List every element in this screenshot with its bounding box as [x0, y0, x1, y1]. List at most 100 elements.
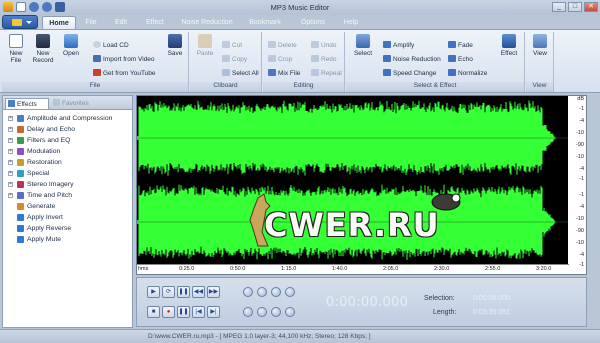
save-button[interactable]: Save [165, 34, 185, 57]
zoom-right-icon[interactable] [285, 307, 295, 317]
loop-play-button[interactable]: ⟳ [162, 286, 175, 298]
effects-tree-item[interactable]: + Filters and EQ [3, 135, 132, 146]
effects-tree-item[interactable]: + Special [3, 168, 132, 179]
db-scale-unit: dB [577, 96, 584, 102]
go-start-button[interactable]: |◀ [192, 306, 205, 318]
effects-tree-item[interactable]: Generate [3, 201, 132, 212]
undo-icon [311, 41, 319, 48]
speed-change-button[interactable]: Speed Change [383, 69, 436, 78]
undo-label: Undo [321, 42, 337, 49]
new-file-button[interactable]: New File [5, 34, 27, 64]
expand-icon[interactable]: + [8, 193, 13, 198]
select-button[interactable]: Select [350, 34, 376, 57]
tab-effects-label: Effects [17, 101, 37, 108]
crop-button[interactable]: Crop [268, 55, 292, 64]
effects-tree-item[interactable]: + Stereo Imagery [3, 179, 132, 190]
fast-forward-button[interactable]: ▶▶ [207, 286, 220, 298]
view-icon [533, 34, 547, 48]
tab-effects[interactable]: Effects [5, 98, 49, 109]
tab-noise-reduction[interactable]: Noise Reduction [176, 16, 238, 29]
import-video-button[interactable]: Import from Video [93, 55, 155, 64]
record-button[interactable]: ● [162, 306, 175, 318]
load-cd-label: Load CD [103, 42, 129, 49]
tab-help[interactable]: Help [338, 16, 364, 29]
expand-icon[interactable]: + [8, 160, 13, 165]
expand-icon[interactable]: + [8, 116, 13, 121]
redo-button[interactable]: Redo [311, 55, 337, 64]
tab-file[interactable]: File [78, 16, 104, 29]
load-cd-button[interactable]: Load CD [93, 41, 129, 50]
effects-tree-item[interactable]: + Modulation [3, 146, 132, 157]
expand-icon[interactable]: + [8, 171, 13, 176]
select-all-button[interactable]: Select All [222, 69, 259, 78]
go-end-button[interactable]: ▶| [207, 306, 220, 318]
cut-button[interactable]: Cut [222, 41, 242, 50]
noise-reduction-icon [383, 55, 391, 62]
effect-button[interactable]: Effect [496, 34, 522, 57]
effects-tree-item[interactable]: + Restoration [3, 157, 132, 168]
fade-button[interactable]: Fade [448, 41, 473, 50]
tab-bookmark[interactable]: Bookmark [244, 16, 286, 29]
pause-button[interactable]: ❚❚ [177, 286, 190, 298]
new-file-label: New File [9, 50, 23, 64]
delete-button[interactable]: Delete [268, 41, 297, 50]
zoom-vertical-out-icon[interactable] [257, 307, 267, 317]
rewind-button[interactable]: ◀◀ [192, 286, 205, 298]
echo-button[interactable]: Echo [448, 55, 473, 64]
tab-effect[interactable]: Effect [140, 16, 170, 29]
copy-button[interactable]: Copy [222, 55, 247, 64]
select-all-icon [222, 69, 230, 76]
zoom-out-icon[interactable] [257, 287, 267, 297]
mix-file-button[interactable]: Mix File [268, 69, 300, 78]
expand-icon[interactable]: + [8, 127, 13, 132]
expand-icon[interactable]: + [8, 138, 13, 143]
effect-category-icon [17, 159, 24, 166]
tab-edit[interactable]: Edit [108, 16, 134, 29]
timeline-ruler[interactable]: hms 0:25.0 0:50.0 1:15.0 1:40.0 2:05.0 2:30.0 2… [137, 264, 569, 274]
pause-record-button[interactable]: ❚❚ [177, 306, 190, 318]
youtube-button[interactable]: Get from YouTube [93, 69, 156, 78]
zoom-vertical-in-icon[interactable] [243, 307, 253, 317]
amplify-button[interactable]: Amplify [383, 41, 414, 50]
zoom-in-icon[interactable] [243, 287, 253, 297]
crop-label: Crop [278, 56, 293, 63]
select-effect-group-label: Select & Effect [346, 82, 524, 92]
tab-options[interactable]: Options [296, 16, 330, 29]
effects-tree-item[interactable]: Apply Invert [3, 212, 132, 223]
effects-panel: Effects Favorites + Amplitude and Compres… [2, 95, 133, 328]
application-menu-button[interactable] [2, 15, 38, 29]
view-group-label: View [526, 82, 553, 92]
maximize-button[interactable]: □ [568, 2, 582, 12]
zoom-selection-icon[interactable] [271, 287, 281, 297]
effects-panel-tabs: Effects Favorites [3, 96, 132, 110]
timeline-tick-label: hms [138, 266, 149, 272]
noise-reduction-button[interactable]: Noise Reduction [383, 55, 441, 64]
effects-tree-item[interactable]: Apply Reverse [3, 223, 132, 234]
tab-home[interactable]: Home [42, 16, 76, 29]
close-button[interactable]: ✕ [584, 2, 598, 12]
tab-favorites[interactable]: Favorites [51, 98, 101, 109]
left-channel-waveform[interactable] [137, 98, 569, 178]
effects-tree-item[interactable]: + Amplitude and Compression [3, 113, 132, 124]
undo-button[interactable]: Undo [311, 41, 337, 50]
new-file-icon [9, 34, 23, 48]
open-button[interactable]: Open [60, 34, 82, 57]
paste-button[interactable]: Paste [194, 34, 216, 57]
minimize-button[interactable]: _ [552, 2, 566, 12]
effects-tree-item[interactable]: + Delay and Echo [3, 124, 132, 135]
play-button[interactable]: ▶ [147, 286, 160, 298]
zoom-full-icon[interactable] [285, 287, 295, 297]
zoom-left-icon[interactable] [271, 307, 281, 317]
expand-icon[interactable]: + [8, 182, 13, 187]
normalize-button[interactable]: Normalize [448, 69, 487, 78]
effects-tree-item[interactable]: Apply Mute [3, 234, 132, 245]
favorites-icon [53, 99, 60, 106]
clipboard-group-label: Cliboard [190, 82, 261, 92]
repeat-button[interactable]: Repeat [311, 69, 342, 78]
view-button[interactable]: View [529, 34, 551, 57]
new-record-button[interactable]: New Record [30, 34, 56, 64]
effect-category-icon [17, 115, 24, 122]
expand-icon[interactable]: + [8, 149, 13, 154]
stop-button[interactable]: ■ [147, 306, 160, 318]
effects-tree-item[interactable]: + Time and Pitch [3, 190, 132, 201]
